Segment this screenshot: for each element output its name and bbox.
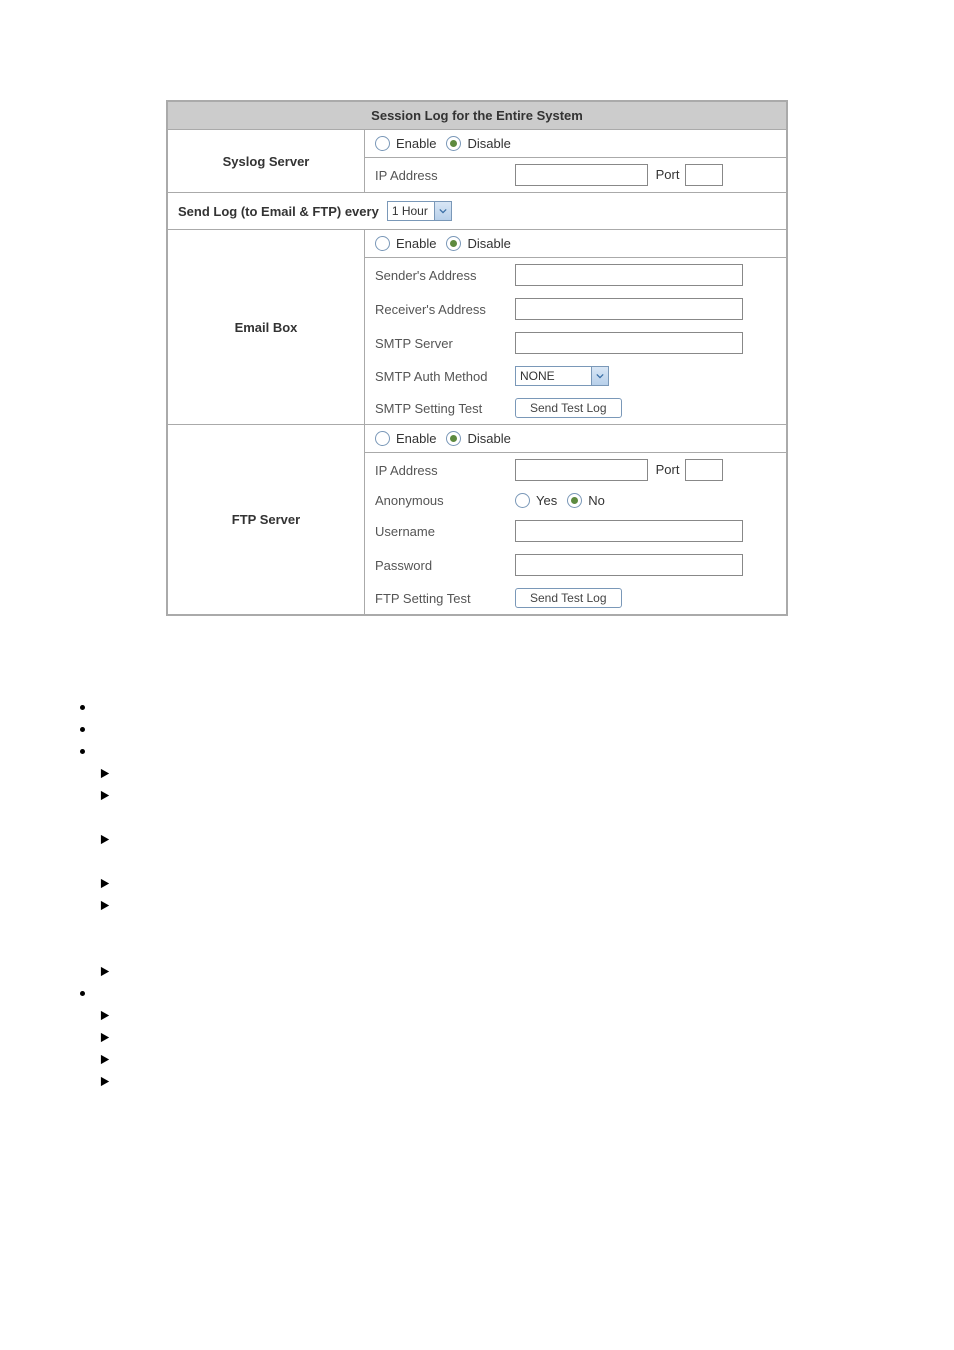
email-sender-label: Sender's Address (375, 268, 515, 283)
ftp-test-button[interactable]: Send Test Log (515, 588, 622, 608)
ftp-port-label: Port (656, 462, 680, 477)
syslog-ip-label: IP Address (375, 168, 515, 183)
smtp-auth-label: SMTP Auth Method (375, 369, 515, 384)
syslog-port-input[interactable] (685, 164, 723, 186)
email-disable-radio[interactable]: Disable (446, 236, 510, 251)
arrow-icon (100, 1032, 111, 1043)
bullet-icon (80, 727, 85, 732)
ftp-port-input[interactable] (685, 459, 723, 481)
arrow-icon (100, 1010, 111, 1021)
arrow-icon (100, 900, 111, 911)
ftp-ip-input[interactable] (515, 459, 648, 481)
syslog-port-label: Port (656, 167, 680, 182)
ftp-anon-no-radio[interactable]: No (567, 493, 605, 508)
ftp-test-label: FTP Setting Test (375, 591, 515, 606)
arrow-icon (100, 834, 111, 845)
arrow-icon (100, 1054, 111, 1065)
arrow-icon (100, 966, 111, 977)
email-receiver-label: Receiver's Address (375, 302, 515, 317)
chevron-down-icon (591, 367, 608, 385)
ftp-ip-label: IP Address (375, 463, 515, 478)
sendlog-label: Send Log (to Email & FTP) every (178, 204, 379, 219)
email-test-button[interactable]: Send Test Log (515, 398, 622, 418)
smtp-server-input[interactable] (515, 332, 743, 354)
smtp-auth-select[interactable]: NONE (515, 366, 609, 386)
ftp-disable-radio[interactable]: Disable (446, 431, 510, 446)
ftp-pass-input[interactable] (515, 554, 743, 576)
smtp-server-label: SMTP Server (375, 336, 515, 351)
bullet-icon (80, 991, 85, 996)
email-sender-input[interactable] (515, 264, 743, 286)
syslog-label: Syslog Server (168, 130, 365, 193)
arrow-icon (100, 878, 111, 889)
arrow-icon (100, 768, 111, 779)
email-receiver-input[interactable] (515, 298, 743, 320)
section-title: Session Log for the Entire System (168, 102, 787, 130)
ftp-user-input[interactable] (515, 520, 743, 542)
ftp-pass-label: Password (375, 558, 515, 573)
smtp-test-label: SMTP Setting Test (375, 401, 515, 416)
ftp-label: FTP Server (168, 425, 365, 615)
ftp-anon-yes-radio[interactable]: Yes (515, 493, 557, 508)
syslog-enable-radio[interactable]: Enable (375, 136, 436, 151)
syslog-ip-input[interactable] (515, 164, 648, 186)
bullet-icon (80, 749, 85, 754)
syslog-disable-radio[interactable]: Disable (446, 136, 510, 151)
email-label: Email Box (168, 230, 365, 425)
sendlog-interval-select[interactable]: 1 Hour (387, 201, 452, 221)
ftp-enable-radio[interactable]: Enable (375, 431, 436, 446)
ftp-user-label: Username (375, 524, 515, 539)
ftp-anon-label: Anonymous (375, 493, 515, 508)
email-enable-radio[interactable]: Enable (375, 236, 436, 251)
chevron-down-icon (434, 202, 451, 220)
bullet-icon (80, 705, 85, 710)
arrow-icon (100, 1076, 111, 1087)
arrow-icon (100, 790, 111, 801)
